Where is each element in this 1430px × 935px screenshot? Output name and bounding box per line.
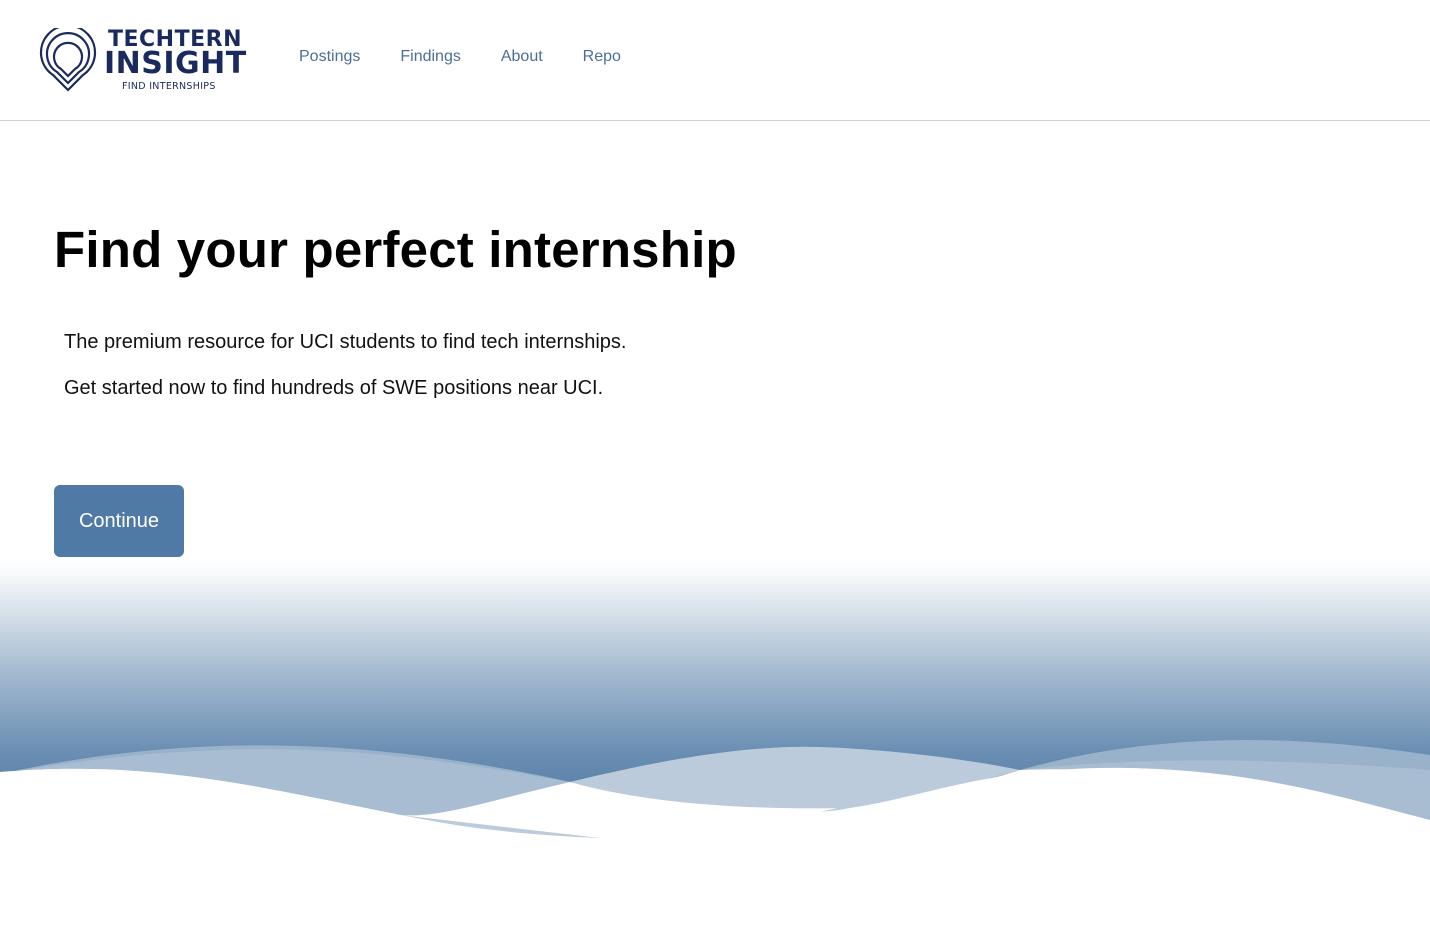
nav-link-postings[interactable]: Postings xyxy=(299,47,360,67)
page: TECHTERN INSIGHT FIND INTERNSHIPS Postin… xyxy=(0,0,1430,935)
nav-link-repo[interactable]: Repo xyxy=(583,47,621,67)
hero-description-1: The premium resource for UCI students to… xyxy=(64,331,627,353)
location-pin-icon xyxy=(39,28,97,92)
logo-title-line2: INSIGHT xyxy=(104,46,247,81)
nav-link-about[interactable]: About xyxy=(501,47,543,67)
hero-title: Find your perfect internship xyxy=(54,221,737,278)
main-nav: Postings Findings About Repo xyxy=(299,47,661,67)
logo-tagline: FIND INTERNSHIPS xyxy=(122,81,216,92)
wave-background xyxy=(0,560,1430,860)
continue-button[interactable]: Continue xyxy=(54,485,184,557)
site-logo[interactable]: TECHTERN INSIGHT FIND INTERNSHIPS xyxy=(38,28,246,94)
hero-description-2: Get started now to find hundreds of SWE … xyxy=(64,377,604,399)
site-header: TECHTERN INSIGHT FIND INTERNSHIPS Postin… xyxy=(0,0,1430,121)
nav-link-findings[interactable]: Findings xyxy=(400,47,460,67)
